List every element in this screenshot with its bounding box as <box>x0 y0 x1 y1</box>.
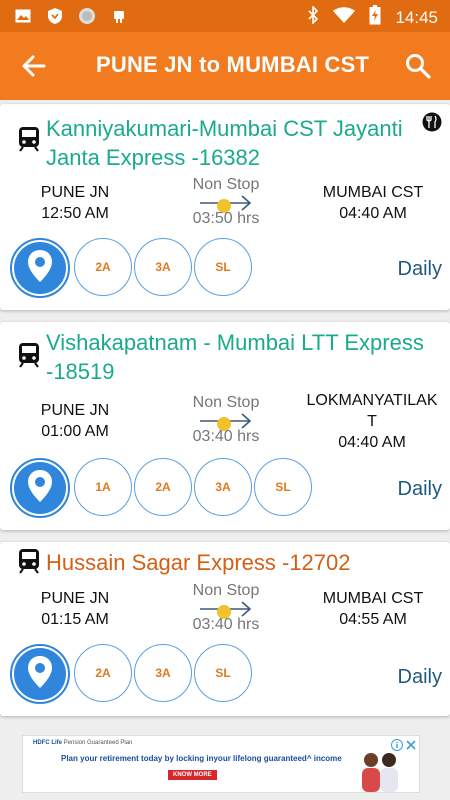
to-station: MUMBAI CST <box>322 590 424 607</box>
to-station-line2: T <box>367 413 377 430</box>
frequency: Daily <box>397 258 442 280</box>
duration: 03:40 hrs <box>192 616 260 633</box>
status-time: 14:45 <box>395 7 438 27</box>
train-icon <box>18 342 40 368</box>
class-button[interactable]: SL <box>194 238 252 296</box>
status-bar: 14:45 <box>0 0 450 32</box>
location-button[interactable] <box>10 238 70 298</box>
train-card[interactable]: Vishakapatnam - Mumbai LTT Express -1851… <box>0 322 450 530</box>
location-pin-icon <box>27 469 53 508</box>
ad-close-icon[interactable] <box>405 738 417 756</box>
image-icon <box>14 7 32 25</box>
departure-time: 01:15 AM <box>41 611 109 628</box>
frequency: Daily <box>397 666 442 688</box>
train-card[interactable]: Kanniyakumari-Mumbai CST Jayanti Janta E… <box>0 104 450 310</box>
location-button[interactable] <box>10 644 70 704</box>
arrival-time: 04:40 AM <box>338 434 406 451</box>
class-button[interactable]: 3A <box>194 458 252 516</box>
wifi-icon <box>333 7 356 28</box>
departure-time: 01:00 AM <box>41 423 109 440</box>
from-station: PUNE JN <box>40 590 110 607</box>
page-title: PUNE JN to MUMBAI CST <box>96 52 370 77</box>
ad-headline: Plan your retirement today by locking in… <box>61 754 342 763</box>
frequency: Daily <box>397 478 442 500</box>
ad-banner[interactable]: HDFC Life Pension Guaranteed Plan Plan y… <box>22 735 420 793</box>
class-button[interactable]: SL <box>254 458 312 516</box>
battery-icon <box>369 5 381 30</box>
train-name[interactable]: Vishakapatnam - Mumbai LTT Express -1851… <box>46 328 436 386</box>
arrival-time: 04:40 AM <box>339 205 407 222</box>
ad-people-image <box>353 750 405 792</box>
shield-icon <box>46 7 64 25</box>
ad-info-icon[interactable] <box>391 738 403 756</box>
train-name[interactable]: Kanniyakumari-Mumbai CST Jayanti Janta E… <box>46 114 406 172</box>
to-station-line1: LOKMANYATILAK <box>306 392 438 409</box>
bluetooth-icon <box>307 5 319 29</box>
location-button[interactable] <box>10 458 70 518</box>
location-pin-icon <box>27 655 53 694</box>
location-pin-icon <box>27 249 53 288</box>
to-station: MUMBAI CST <box>322 184 424 201</box>
ad-cta-button[interactable]: KNOW MORE <box>168 770 217 780</box>
train-name[interactable]: Hussain Sagar Express -12702 <box>46 548 406 577</box>
food-icon <box>422 112 442 132</box>
app-bar: PUNE JN to MUMBAI CST <box>0 32 450 100</box>
train-icon <box>18 126 40 152</box>
class-button[interactable]: 2A <box>134 458 192 516</box>
from-station: PUNE JN <box>40 402 110 419</box>
class-button[interactable]: 2A <box>74 644 132 702</box>
circle-icon <box>78 7 96 25</box>
search-icon[interactable] <box>404 52 432 80</box>
class-button[interactable]: SL <box>194 644 252 702</box>
class-button[interactable]: 1A <box>74 458 132 516</box>
ad-brand: HDFC Life Pension Guaranteed Plan <box>33 740 133 746</box>
train-card[interactable]: Hussain Sagar Express -12702 PUNE JN 01:… <box>0 542 450 716</box>
class-button[interactable]: 3A <box>134 238 192 296</box>
class-button[interactable]: 3A <box>134 644 192 702</box>
departure-time: 12:50 AM <box>41 205 109 222</box>
arrow-back-icon[interactable] <box>20 52 50 80</box>
android-icon <box>110 7 128 25</box>
from-station: PUNE JN <box>40 184 110 201</box>
arrival-time: 04:55 AM <box>339 611 407 628</box>
class-button[interactable]: 2A <box>74 238 132 296</box>
duration: 03:40 hrs <box>192 428 260 445</box>
duration: 03:50 hrs <box>192 210 260 227</box>
train-icon <box>18 548 40 574</box>
